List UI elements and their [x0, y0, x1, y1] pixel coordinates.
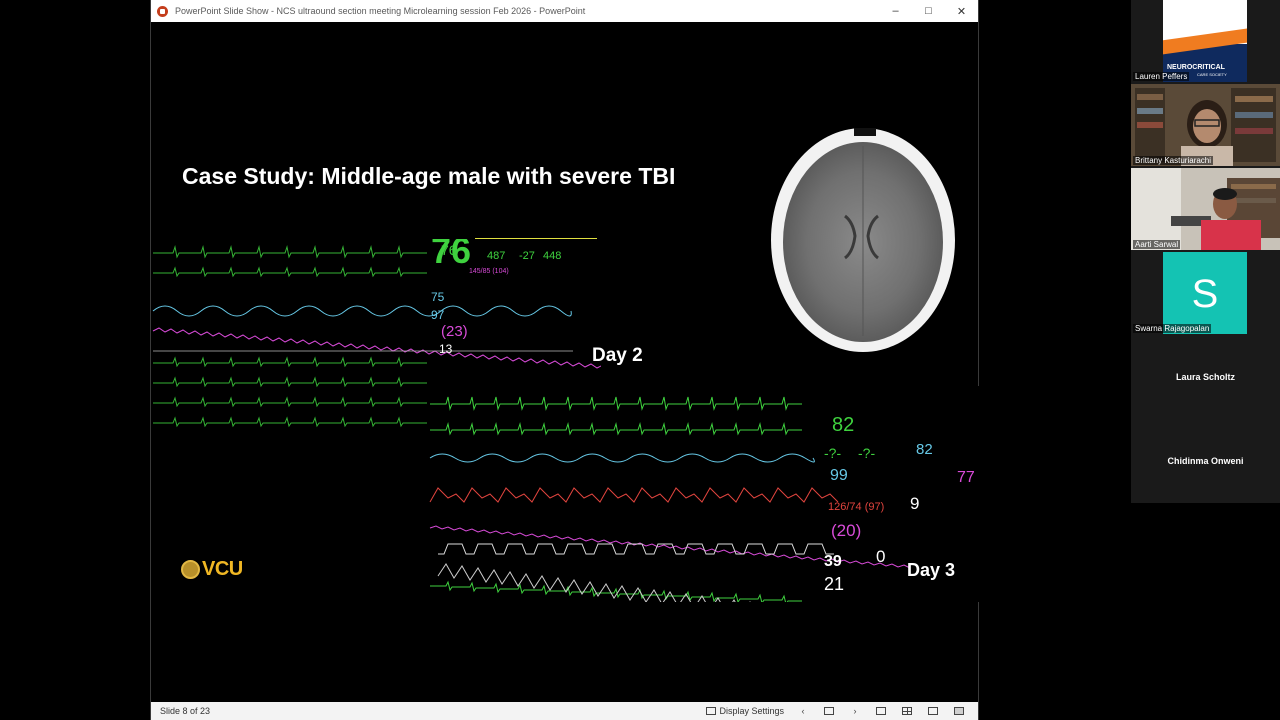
- participant-name: Laura Scholtz: [1175, 372, 1235, 382]
- close-icon[interactable]: ✕: [945, 0, 978, 22]
- reading-view-icon[interactable]: [926, 706, 940, 716]
- powerpoint-window: PowerPoint Slide Show - NCS ultraound se…: [150, 0, 980, 720]
- participant-name: Aarti Sarwal: [1133, 240, 1181, 249]
- day2-top-value-2: -27: [519, 250, 535, 262]
- day2-label: Day 2: [592, 345, 643, 366]
- participant-video-3: [1131, 168, 1280, 250]
- day2-nbp-value: 145/85 (104): [469, 268, 509, 275]
- participant-name: Chidinma Onweni: [1167, 456, 1244, 466]
- participant-name: Lauren Peffers: [1133, 72, 1190, 81]
- powerpoint-app-icon: [157, 5, 168, 17]
- window-title: PowerPoint Slide Show - NCS ultraound se…: [175, 6, 586, 16]
- day3-icp-value: (20): [831, 521, 861, 540]
- day3-imco2-value: 0: [876, 547, 885, 566]
- monitor-icon: [706, 707, 717, 715]
- day3-rr-value: 21: [824, 574, 844, 594]
- ncs-logo-text-1: NEUROCRITICAL: [1167, 64, 1225, 71]
- participant-tile-6[interactable]: Chidinma Onweni: [1131, 420, 1280, 502]
- monitor-day2-header: 76 487 -27 448 145/85 (104): [441, 238, 601, 278]
- display-settings-label: Display Settings: [719, 706, 784, 716]
- ct-scan-image: [771, 128, 955, 352]
- display-settings-button[interactable]: Display Settings: [706, 706, 784, 716]
- window-titlebar: PowerPoint Slide Show - NCS ultraound se…: [151, 0, 978, 22]
- day2-top-value-1: 487: [487, 250, 506, 262]
- participant-tile-3[interactable]: Aarti Sarwal: [1131, 168, 1280, 250]
- slide-title: Case Study: Middle-age male with severe …: [182, 163, 676, 189]
- slide-counter: Slide 8 of 23: [160, 706, 211, 716]
- participant-tile-4[interactable]: S Swarna Rajagopalan: [1131, 252, 1280, 334]
- previous-slide-icon[interactable]: ‹: [796, 706, 810, 716]
- day2-top-value-3: 448: [543, 250, 562, 262]
- vcu-seal-icon: [181, 560, 200, 579]
- slideshow-statusbar: Slide 8 of 23 Display Settings ‹ ›: [151, 702, 978, 720]
- ncs-logo-image: NEUROCRITICAL CARE SOCIETY: [1163, 0, 1247, 82]
- day2-hr-large: 76: [441, 242, 457, 258]
- ncs-logo-text-2: CARE SOCIETY: [1197, 72, 1227, 77]
- participant-avatar: S: [1163, 252, 1247, 334]
- day3-spo2-value: 99: [830, 467, 848, 484]
- day2-rr-value: 13: [439, 342, 453, 356]
- next-slide-icon[interactable]: ›: [848, 706, 862, 716]
- day3-psi-value: 9: [910, 494, 919, 513]
- slide-menu-icon[interactable]: [822, 706, 836, 716]
- day3-label: Day 3: [907, 560, 956, 580]
- day3-st-a-value: -?-: [824, 445, 841, 461]
- normal-view-icon[interactable]: [874, 706, 888, 716]
- participant-name: Swarna Rajagopalan: [1133, 324, 1212, 333]
- participant-name: Brittany Kasturiarachi: [1133, 156, 1214, 165]
- slide-sorter-icon[interactable]: [900, 706, 914, 716]
- day2-spo2-value: 97: [431, 308, 445, 322]
- day3-st-b-value: -?-: [858, 445, 875, 461]
- day3-hr-value: 82: [832, 414, 854, 436]
- participant-video-2: [1131, 84, 1280, 166]
- vcu-logo-text: VCU: [202, 558, 243, 580]
- day3-etco2-value: 39: [824, 553, 842, 570]
- day2-pulse-value: 75: [431, 290, 445, 304]
- participant-tile-5[interactable]: Laura Scholtz: [1131, 336, 1280, 418]
- participant-tile-1[interactable]: NEUROCRITICAL CARE SOCIETY Lauren Peffer…: [1131, 0, 1280, 82]
- day3-cpp-value: 77: [957, 469, 975, 486]
- day3-abp-value: 126/74 (97): [828, 501, 884, 513]
- slideshow-view-icon[interactable]: [952, 706, 966, 716]
- slide-canvas[interactable]: Case Study: Middle-age male with severe …: [151, 22, 980, 702]
- participant-tile-2[interactable]: Brittany Kasturiarachi: [1131, 84, 1280, 166]
- minimize-icon[interactable]: –: [879, 0, 912, 22]
- participants-panel: NEUROCRITICAL CARE SOCIETY Lauren Peffer…: [1131, 0, 1280, 503]
- vcu-logo: VCU: [181, 558, 243, 581]
- restore-icon[interactable]: □: [912, 0, 945, 22]
- monitor-day3-image: 82 -?- -?- 99 82 77 126/74 (97) (20) 9 3…: [428, 386, 980, 602]
- day3-pulse-value: 82: [916, 441, 933, 458]
- day2-icp-value: (23): [441, 323, 468, 340]
